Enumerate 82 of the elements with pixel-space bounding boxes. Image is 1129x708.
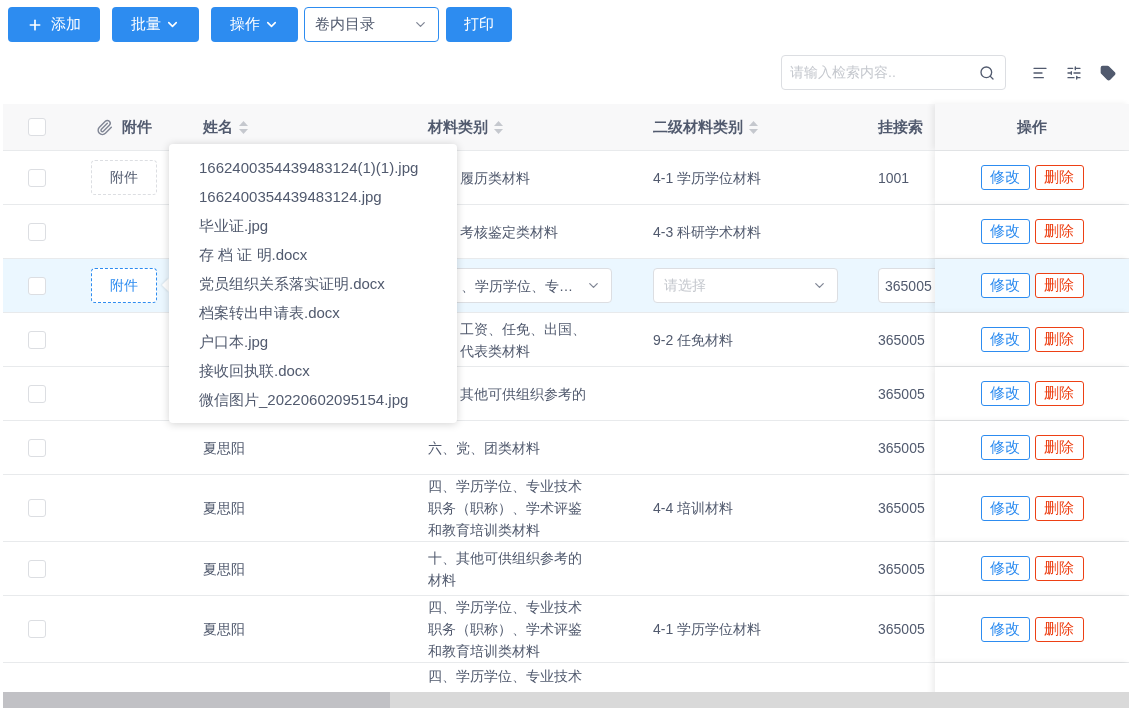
column-header: 附件 <box>122 116 152 137</box>
table-cell-text: 365005 <box>878 330 925 350</box>
table-cell-text: 夏思阳 <box>203 438 245 458</box>
select-field[interactable]: 卷内目录 <box>304 7 439 42</box>
column-header: 材料类别 <box>428 116 488 137</box>
table-cell-text: 4-4 培训材料 <box>653 499 734 518</box>
checkbox[interactable] <box>28 499 46 517</box>
table-cell-text: 夏思阳 <box>203 499 245 518</box>
delete-button[interactable]: 删除 <box>1034 327 1084 352</box>
table-cell-text: 365005 <box>878 620 925 639</box>
edit-button[interactable]: 修改 <box>980 273 1030 298</box>
edit-button[interactable]: 修改 <box>980 495 1030 521</box>
checkbox[interactable] <box>28 222 46 241</box>
delete-button[interactable]: 删除 <box>1034 381 1084 406</box>
table-cell-text: 4-1 学历学位材料 <box>653 620 762 639</box>
table-cell-text: 1001 <box>878 168 910 188</box>
add-button[interactable]: 添加 <box>8 7 100 42</box>
checkbox[interactable] <box>28 276 46 295</box>
file-link[interactable]: 1662400354439483124.jpg <box>169 183 457 212</box>
table-cell-text: 四、学历学位、专业技术职务（职称）、学术评鉴和教育培训类材料 <box>428 477 583 540</box>
edit-button[interactable]: 修改 <box>980 435 1030 460</box>
input-field[interactable]: 365005 <box>878 268 935 303</box>
scrollbar-thumb[interactable] <box>3 692 390 708</box>
delete-button[interactable]: 删除 <box>1034 165 1084 190</box>
file-link[interactable]: 微信图片_20220602095154.jpg <box>169 386 457 415</box>
table-cell-text: 考核鉴定类材料 <box>460 222 558 242</box>
dropdown-button[interactable]: 批量 <box>112 7 199 42</box>
checkbox[interactable] <box>28 559 46 578</box>
checkbox[interactable] <box>28 118 46 136</box>
column-header: 挂接索 <box>878 116 923 137</box>
file-link[interactable]: 存 档 证 明.docx <box>169 241 457 270</box>
table-cell-text: 365005 <box>878 438 925 458</box>
table-cell-text: 六、党、团类材料 <box>428 438 540 458</box>
table-cell-text: 4-1 学历学位材料 <box>653 168 762 188</box>
sort-icon <box>494 120 503 134</box>
table-cell-text: 夏思阳 <box>203 620 245 639</box>
delete-button[interactable]: 删除 <box>1034 616 1084 642</box>
dropdown-button[interactable]: 操作 <box>211 7 298 42</box>
table-cell-text: 工资、任免、出国、代表类材料 <box>460 319 587 361</box>
attachment-button[interactable]: 附件 <box>91 160 157 195</box>
edit-button[interactable]: 修改 <box>980 219 1030 244</box>
table-cell-text: 履历类材料 <box>460 168 530 188</box>
checkbox[interactable] <box>28 620 46 638</box>
column-header: 操作 <box>1017 116 1047 137</box>
table-cell-text: 365005 <box>878 384 925 404</box>
delete-button[interactable]: 删除 <box>1034 556 1084 581</box>
delete-button[interactable]: 删除 <box>1034 273 1084 298</box>
delete-button[interactable]: 删除 <box>1034 219 1084 244</box>
column-header: 姓名 <box>203 116 233 137</box>
file-link[interactable]: 户口本.jpg <box>169 328 457 357</box>
column-header: 二级材料类别 <box>653 116 743 137</box>
edit-button[interactable]: 修改 <box>980 616 1030 642</box>
sort-icon <box>239 120 248 134</box>
print-button[interactable]: 打印 <box>446 7 512 42</box>
paperclip-icon <box>96 118 113 136</box>
file-link[interactable]: 接收回执联.docx <box>169 357 457 386</box>
edit-button[interactable]: 修改 <box>980 556 1030 581</box>
checkbox[interactable] <box>28 384 46 403</box>
table-cell-text: 四、学历学位、专业技术职务（职称）、学术评鉴和教育培训类材料 <box>428 598 583 661</box>
table-cell-text: 9-2 任免材料 <box>653 330 734 350</box>
attachment-button[interactable]: 附件 <box>91 268 157 303</box>
table-cell-text: 夏思阳 <box>203 559 245 579</box>
table-cell-text: 365005 <box>878 559 925 579</box>
edit-button[interactable]: 修改 <box>980 327 1030 352</box>
table-cell-text: 4-3 科研学术材料 <box>653 222 762 242</box>
search-icon <box>979 64 995 81</box>
edit-button[interactable]: 修改 <box>980 381 1030 406</box>
edit-button[interactable]: 修改 <box>980 165 1030 190</box>
checkbox[interactable] <box>28 330 46 349</box>
sliders-icon[interactable] <box>1066 64 1082 81</box>
delete-button[interactable]: 删除 <box>1034 495 1084 521</box>
delete-button[interactable]: 删除 <box>1034 435 1084 460</box>
tag-icon[interactable] <box>1100 64 1116 81</box>
table-cell-text: 其他可供组织参考的 <box>460 384 586 404</box>
table-cell-text: 四、学历学位、专业技术 <box>428 667 582 686</box>
table-cell-text: 十、其他可供组织参考的材料 <box>428 548 583 590</box>
sort-icon <box>749 120 758 134</box>
table-cell-text: 365005 <box>878 499 925 518</box>
file-link[interactable]: 毕业证.jpg <box>169 212 457 241</box>
file-link[interactable]: 1662400354439483124(1)(1).jpg <box>169 154 457 183</box>
checkbox[interactable] <box>28 168 46 187</box>
checkbox[interactable] <box>28 438 46 457</box>
